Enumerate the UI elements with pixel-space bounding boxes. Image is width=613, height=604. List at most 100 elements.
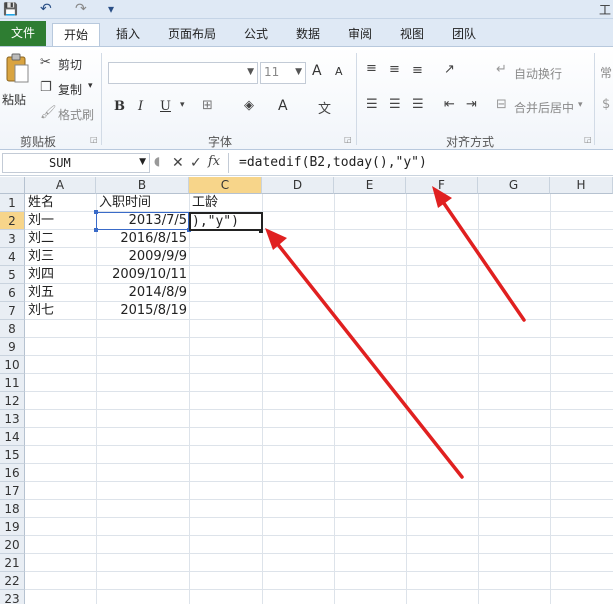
- shrink-font-button[interactable]: A: [335, 65, 343, 78]
- tab-formulas[interactable]: 公式: [236, 23, 276, 46]
- active-cell-c2[interactable]: ),"y"): [189, 212, 263, 231]
- copy-button[interactable]: 复制: [58, 81, 82, 98]
- undo-icon[interactable]: ↶: [40, 1, 52, 17]
- bold-button[interactable]: B: [114, 99, 125, 114]
- cancel-icon[interactable]: ✕: [172, 155, 184, 171]
- cell-date[interactable]: 2009/10/11: [97, 266, 189, 284]
- fill-handle[interactable]: [259, 229, 263, 233]
- tab-file[interactable]: 文件: [0, 21, 46, 46]
- column-header-a[interactable]: A: [25, 177, 96, 194]
- reference-handle[interactable]: [94, 210, 98, 214]
- copy-dropdown-icon[interactable]: ▾: [88, 81, 93, 91]
- row-header[interactable]: 15: [0, 446, 25, 464]
- save-icon[interactable]: 💾: [3, 1, 18, 17]
- cell-name[interactable]: 刘三: [26, 248, 96, 266]
- column-header-b[interactable]: B: [96, 177, 189, 194]
- row-header[interactable]: 19: [0, 518, 25, 536]
- paste-button[interactable]: 粘贴: [2, 53, 32, 113]
- cell-name[interactable]: 刘七: [26, 302, 96, 320]
- row-header[interactable]: 17: [0, 482, 25, 500]
- row-header[interactable]: 2: [0, 212, 25, 230]
- chevron-down-icon[interactable]: ▾: [180, 100, 185, 110]
- font-size-combo[interactable]: 11 ▼: [260, 62, 306, 84]
- tab-home[interactable]: 开始: [52, 23, 100, 47]
- row-header[interactable]: 7: [0, 302, 25, 320]
- insert-function-icon[interactable]: fx: [208, 154, 220, 169]
- row-header[interactable]: 11: [0, 374, 25, 392]
- fill-color-icon[interactable]: ◈: [244, 98, 254, 113]
- row-header[interactable]: 3: [0, 230, 25, 248]
- clipboard-launcher-icon[interactable]: ◲: [90, 135, 98, 144]
- row-header[interactable]: 16: [0, 464, 25, 482]
- enter-icon[interactable]: ✓: [190, 155, 202, 171]
- tab-view[interactable]: 视图: [392, 23, 432, 46]
- align-left-icon[interactable]: ☰: [366, 97, 378, 112]
- cell-name[interactable]: 刘四: [26, 266, 96, 284]
- border-icon[interactable]: ⊞: [202, 98, 213, 113]
- column-header-d[interactable]: D: [262, 177, 334, 194]
- font-name-combo[interactable]: ▼: [108, 62, 258, 84]
- align-center-icon[interactable]: ☰: [389, 97, 401, 112]
- row-header[interactable]: 20: [0, 536, 25, 554]
- chevron-down-icon[interactable]: ▾: [578, 100, 583, 110]
- row-header[interactable]: 4: [0, 248, 25, 266]
- tab-team[interactable]: 团队: [444, 23, 484, 46]
- cell-date[interactable]: 2015/8/19: [97, 302, 189, 320]
- row-header[interactable]: 21: [0, 554, 25, 572]
- cell-date[interactable]: 2014/8/9: [97, 284, 189, 302]
- increase-indent-icon[interactable]: ⇥: [466, 97, 477, 112]
- row-header[interactable]: 1: [0, 194, 25, 212]
- alignment-launcher-icon[interactable]: ◲: [584, 135, 592, 144]
- row-header[interactable]: 8: [0, 320, 25, 338]
- row-header[interactable]: 9: [0, 338, 25, 356]
- row-header[interactable]: 22: [0, 572, 25, 590]
- cell-date[interactable]: 2009/9/9: [97, 248, 189, 266]
- tab-page-layout[interactable]: 页面布局: [160, 23, 224, 46]
- cell-name[interactable]: 刘五: [26, 284, 96, 302]
- cut-button[interactable]: 剪切: [58, 56, 82, 73]
- redo-icon[interactable]: ↷: [75, 1, 87, 17]
- formula-input[interactable]: =datedif(B2,today(),"y"): [228, 153, 611, 173]
- row-header[interactable]: 12: [0, 392, 25, 410]
- underline-button[interactable]: U: [160, 99, 171, 114]
- row-header[interactable]: 5: [0, 266, 25, 284]
- row-header[interactable]: 6: [0, 284, 25, 302]
- font-launcher-icon[interactable]: ◲: [344, 135, 352, 144]
- number-format-combo[interactable]: 常: [600, 64, 612, 81]
- customize-qat-icon[interactable]: ▾: [108, 1, 114, 17]
- decrease-indent-icon[interactable]: ⇤: [444, 97, 455, 112]
- column-header-e[interactable]: E: [334, 177, 406, 194]
- column-header-g[interactable]: G: [478, 177, 550, 194]
- cell-c1[interactable]: 工龄: [190, 194, 262, 212]
- wrap-text-button[interactable]: 自动换行: [514, 65, 562, 82]
- reference-handle[interactable]: [94, 228, 98, 232]
- column-header-f[interactable]: F: [406, 177, 478, 194]
- row-header[interactable]: 14: [0, 428, 25, 446]
- phonetic-icon[interactable]: 文: [318, 98, 331, 117]
- column-header-c[interactable]: C: [189, 177, 262, 194]
- row-header[interactable]: 23: [0, 590, 25, 604]
- row-header[interactable]: 13: [0, 410, 25, 428]
- format-painter-button[interactable]: 格式刷: [58, 106, 94, 123]
- column-header-h[interactable]: H: [550, 177, 613, 194]
- tab-data[interactable]: 数据: [288, 23, 328, 46]
- cell-b1[interactable]: 入职时间: [97, 194, 189, 212]
- row-header[interactable]: 10: [0, 356, 25, 374]
- font-color-icon[interactable]: A: [278, 98, 288, 114]
- align-bottom-icon[interactable]: ≡: [412, 63, 423, 78]
- align-middle-icon[interactable]: ≡: [389, 62, 400, 77]
- row-header[interactable]: 18: [0, 500, 25, 518]
- select-all-corner[interactable]: [0, 177, 25, 194]
- cell-date[interactable]: 2016/8/15: [97, 230, 189, 248]
- cell-a1[interactable]: 姓名: [26, 194, 96, 212]
- orientation-icon[interactable]: ↗: [444, 62, 455, 77]
- currency-icon[interactable]: $: [602, 97, 610, 112]
- italic-button[interactable]: I: [138, 99, 143, 114]
- worksheet[interactable]: A B C D E F G H 1 2 3 4 5 6 7 8 9 10 11 12 13 14 15 16 1…: [0, 177, 613, 604]
- cell-name[interactable]: 刘二: [26, 230, 96, 248]
- merge-center-button[interactable]: 合并后居中: [514, 99, 574, 116]
- tab-insert[interactable]: 插入: [108, 23, 148, 46]
- align-top-icon[interactable]: ≡: [366, 61, 377, 76]
- tab-review[interactable]: 审阅: [340, 23, 380, 46]
- name-box[interactable]: SUM ▼: [2, 153, 150, 173]
